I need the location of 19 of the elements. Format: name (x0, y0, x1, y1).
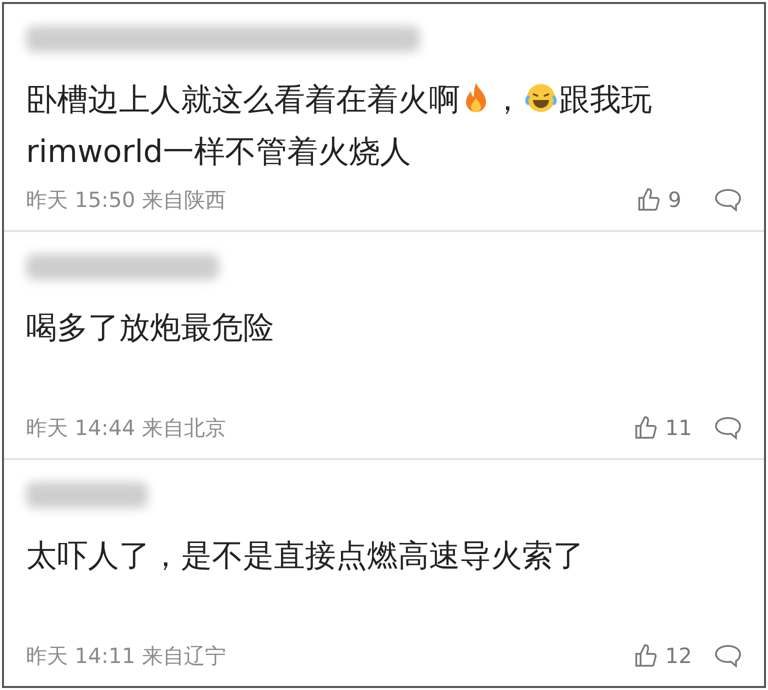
like-count: 12 (665, 644, 692, 668)
comment-icon[interactable] (714, 187, 742, 213)
thumbs-up-icon[interactable] (633, 415, 660, 441)
like-count: 9 (668, 188, 682, 212)
comment-icon[interactable] (714, 643, 742, 669)
comment-text: 卧槽边上人就这么看着在着火啊 (26, 82, 460, 118)
laughing-emoji-icon (525, 82, 557, 114)
thumbs-up-icon[interactable] (633, 643, 660, 669)
comment-icon[interactable] (714, 415, 742, 441)
comment-text: 太吓人了，是不是直接点燃高速导火索了 (26, 538, 584, 574)
comment-text: rimworld一样不管着火烧人 (26, 134, 411, 170)
comment-meta: 昨天 14:11 来自辽宁 (26, 643, 227, 670)
comment-text: 喝多了放炮最危险 (26, 310, 274, 346)
comment-meta: 昨天 14:44 来自北京 (26, 415, 227, 442)
thumbs-up-icon[interactable] (636, 187, 662, 213)
like-count: 11 (665, 416, 692, 440)
comment-text: 跟我玩 (559, 82, 652, 118)
comment-text: ， (492, 82, 523, 118)
comment-meta: 昨天 15:50 来自陕西 (26, 187, 227, 214)
